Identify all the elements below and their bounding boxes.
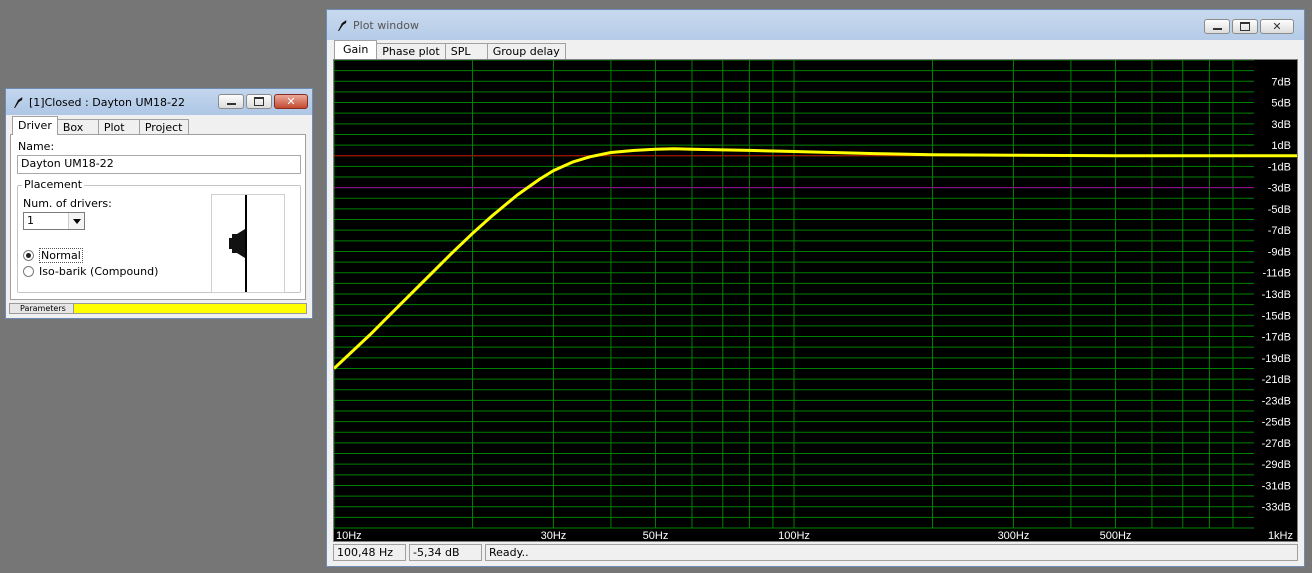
tab-project[interactable]: Project bbox=[138, 119, 189, 135]
minimize-icon bbox=[226, 103, 236, 105]
app-icon bbox=[12, 95, 24, 109]
y-tick-label: -29dB bbox=[1262, 459, 1291, 471]
restore-button[interactable] bbox=[246, 94, 272, 109]
num-drivers-label: Num. of drivers: bbox=[23, 197, 112, 210]
driver-window-title: [1]Closed : Dayton UM18-22 bbox=[29, 95, 185, 109]
y-tick-label: -19dB bbox=[1262, 353, 1291, 365]
x-tick-label: 1kHz bbox=[1268, 530, 1293, 541]
radio-normal-option[interactable]: Normal bbox=[23, 248, 83, 263]
x-tick-label: 30Hz bbox=[541, 530, 567, 541]
driver-window: [1]Closed : Dayton UM18-22 ✕ Driver Box … bbox=[5, 88, 313, 319]
gain-series-line bbox=[334, 147, 1297, 370]
y-tick-label: -5dB bbox=[1268, 204, 1291, 216]
x-tick-label: 50Hz bbox=[643, 530, 669, 541]
driver-name-input[interactable]: Dayton UM18-22 bbox=[17, 155, 301, 174]
plot-restore-button[interactable] bbox=[1232, 19, 1258, 34]
y-tick-label: -1dB bbox=[1268, 161, 1291, 173]
y-tick-label: 7dB bbox=[1271, 76, 1291, 88]
name-label: Name: bbox=[18, 140, 55, 153]
tab-plot[interactable]: Plot bbox=[97, 119, 140, 135]
radio-normal-label: Normal bbox=[39, 248, 83, 263]
plot-area[interactable]: 7dB 5dB 3dB 1dB -1dB -3dB -5dB -7dB -9dB -11dB -13… bbox=[333, 59, 1298, 542]
placement-group: Placement Num. of drivers: 1 Normal Iso-… bbox=[17, 178, 301, 293]
placement-label: Placement bbox=[22, 178, 85, 191]
tab-group-delay[interactable]: Group delay bbox=[486, 43, 566, 59]
tab-gain[interactable]: Gain bbox=[334, 40, 378, 59]
y-tick-label: -15dB bbox=[1262, 310, 1291, 322]
plot-minimize-button[interactable] bbox=[1204, 19, 1230, 34]
tab-box[interactable]: Box bbox=[56, 119, 99, 135]
parameters-progress-bar bbox=[73, 304, 306, 313]
radio-normal[interactable] bbox=[23, 250, 34, 261]
y-tick-label: -25dB bbox=[1262, 417, 1291, 429]
radio-isobarik-option[interactable]: Iso-barik (Compound) bbox=[23, 265, 158, 278]
y-tick-label: -11dB bbox=[1262, 268, 1291, 280]
y-tick-label: -3dB bbox=[1268, 183, 1291, 195]
close-icon: ✕ bbox=[286, 95, 296, 108]
radio-isobarik-label: Iso-barik (Compound) bbox=[39, 265, 159, 278]
driver-placement-image bbox=[211, 194, 285, 293]
y-tick-label: -33dB bbox=[1262, 502, 1291, 514]
plot-app-icon bbox=[336, 18, 348, 32]
minimize-button[interactable] bbox=[218, 94, 244, 109]
tab-driver[interactable]: Driver bbox=[12, 116, 58, 135]
status-level: -5,34 dB bbox=[409, 544, 482, 561]
y-tick-label: -9dB bbox=[1268, 246, 1291, 258]
plot-window-titlebar[interactable]: Plot window bbox=[327, 10, 1304, 40]
speaker-driver-icon bbox=[229, 195, 247, 292]
y-tick-label: 5dB bbox=[1271, 98, 1291, 110]
minimize-icon bbox=[1212, 28, 1222, 30]
y-tick-label: -21dB bbox=[1262, 374, 1291, 386]
chevron-down-icon[interactable] bbox=[68, 213, 84, 229]
x-tick-label: 300Hz bbox=[998, 530, 1030, 541]
plot-window: Plot window ✕ Gain Phase plot SPL Group … bbox=[326, 9, 1305, 567]
num-drivers-select[interactable]: 1 bbox=[23, 212, 85, 230]
y-tick-label: -13dB bbox=[1262, 289, 1291, 301]
y-tick-label: -31dB bbox=[1262, 480, 1291, 492]
y-tick-label: -27dB bbox=[1262, 438, 1291, 450]
tab-phase-plot[interactable]: Phase plot bbox=[376, 43, 446, 59]
y-tick-label: 1dB bbox=[1271, 140, 1291, 152]
gain-chart[interactable]: 7dB 5dB 3dB 1dB -1dB -3dB -5dB -7dB -9dB -11dB -13… bbox=[334, 60, 1297, 541]
x-tick-label: 100Hz bbox=[778, 530, 810, 541]
radio-isobarik[interactable] bbox=[23, 266, 34, 277]
close-button[interactable]: ✕ bbox=[274, 94, 308, 109]
y-tick-label: 3dB bbox=[1271, 119, 1291, 131]
driver-tab-panel: Name: Dayton UM18-22 Placement Num. of d… bbox=[10, 134, 306, 300]
parameters-status-bar: Parameters bbox=[9, 303, 307, 314]
x-tick-label: 500Hz bbox=[1100, 530, 1132, 541]
y-tick-label: -7dB bbox=[1268, 225, 1291, 237]
status-message: Ready.. bbox=[485, 544, 1298, 561]
close-icon: ✕ bbox=[1272, 20, 1282, 33]
plot-window-title: Plot window bbox=[353, 18, 419, 32]
x-tick-label: 10Hz bbox=[336, 530, 362, 541]
parameters-label: Parameters bbox=[20, 304, 66, 313]
restore-icon bbox=[1240, 22, 1250, 31]
y-tick-label: -23dB bbox=[1262, 395, 1291, 407]
num-drivers-value: 1 bbox=[27, 214, 34, 227]
y-tick-label: -17dB bbox=[1262, 332, 1291, 344]
restore-icon bbox=[254, 97, 264, 106]
plot-close-button[interactable]: ✕ bbox=[1260, 19, 1294, 34]
status-frequency: 100,48 Hz bbox=[333, 544, 406, 561]
tab-spl[interactable]: SPL bbox=[444, 43, 488, 59]
